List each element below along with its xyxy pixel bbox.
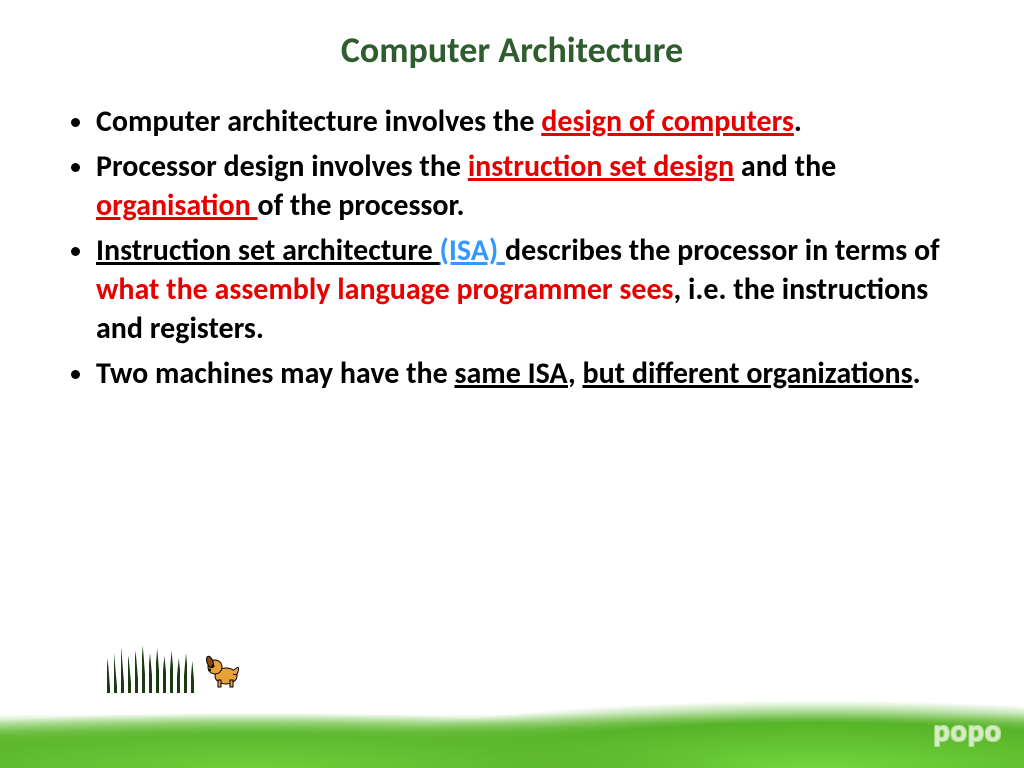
text-run: of the processor. (258, 187, 465, 224)
text-run: , (568, 355, 583, 392)
text-run: Two machines may have the (96, 355, 455, 392)
text-run: describes the processor in terms of (505, 232, 940, 269)
text-run-emph: instruction set design (468, 148, 734, 185)
text-run-emph: what the assembly language programmer se… (96, 271, 674, 308)
slide-title: Computer Architecture (0, 0, 1024, 82)
bullet-item-1: Computer architecture involves the desig… (96, 102, 974, 141)
dog-icon (204, 650, 244, 688)
text-run: . (794, 103, 802, 140)
bullet-list: Computer architecture involves the desig… (70, 102, 974, 393)
bullet-item-2: Processor design involves the instructio… (96, 147, 974, 225)
text-run-underline: but different organizations (582, 355, 912, 392)
text-run-underline: same ISA (455, 355, 568, 392)
text-run: Computer architecture involves the (96, 103, 541, 140)
text-run: and the (734, 148, 836, 185)
slide: Computer Architecture Computer architect… (0, 0, 1024, 768)
text-run: . (913, 355, 921, 392)
text-run-emph: design of computers (541, 103, 794, 140)
grass-decoration (0, 648, 1024, 768)
text-run-underline: Instruction set architecture (96, 232, 440, 269)
text-run-isa: (ISA) (440, 232, 505, 269)
text-run: Processor design involves the (96, 148, 468, 185)
text-run-emph: organisation (96, 187, 258, 224)
slide-content: Computer architecture involves the desig… (0, 82, 1024, 393)
bullet-item-3: Instruction set architecture (ISA) descr… (96, 231, 974, 348)
watermark-text: popo (934, 713, 1002, 750)
bullet-item-4: Two machines may have the same ISA, but … (96, 354, 974, 393)
